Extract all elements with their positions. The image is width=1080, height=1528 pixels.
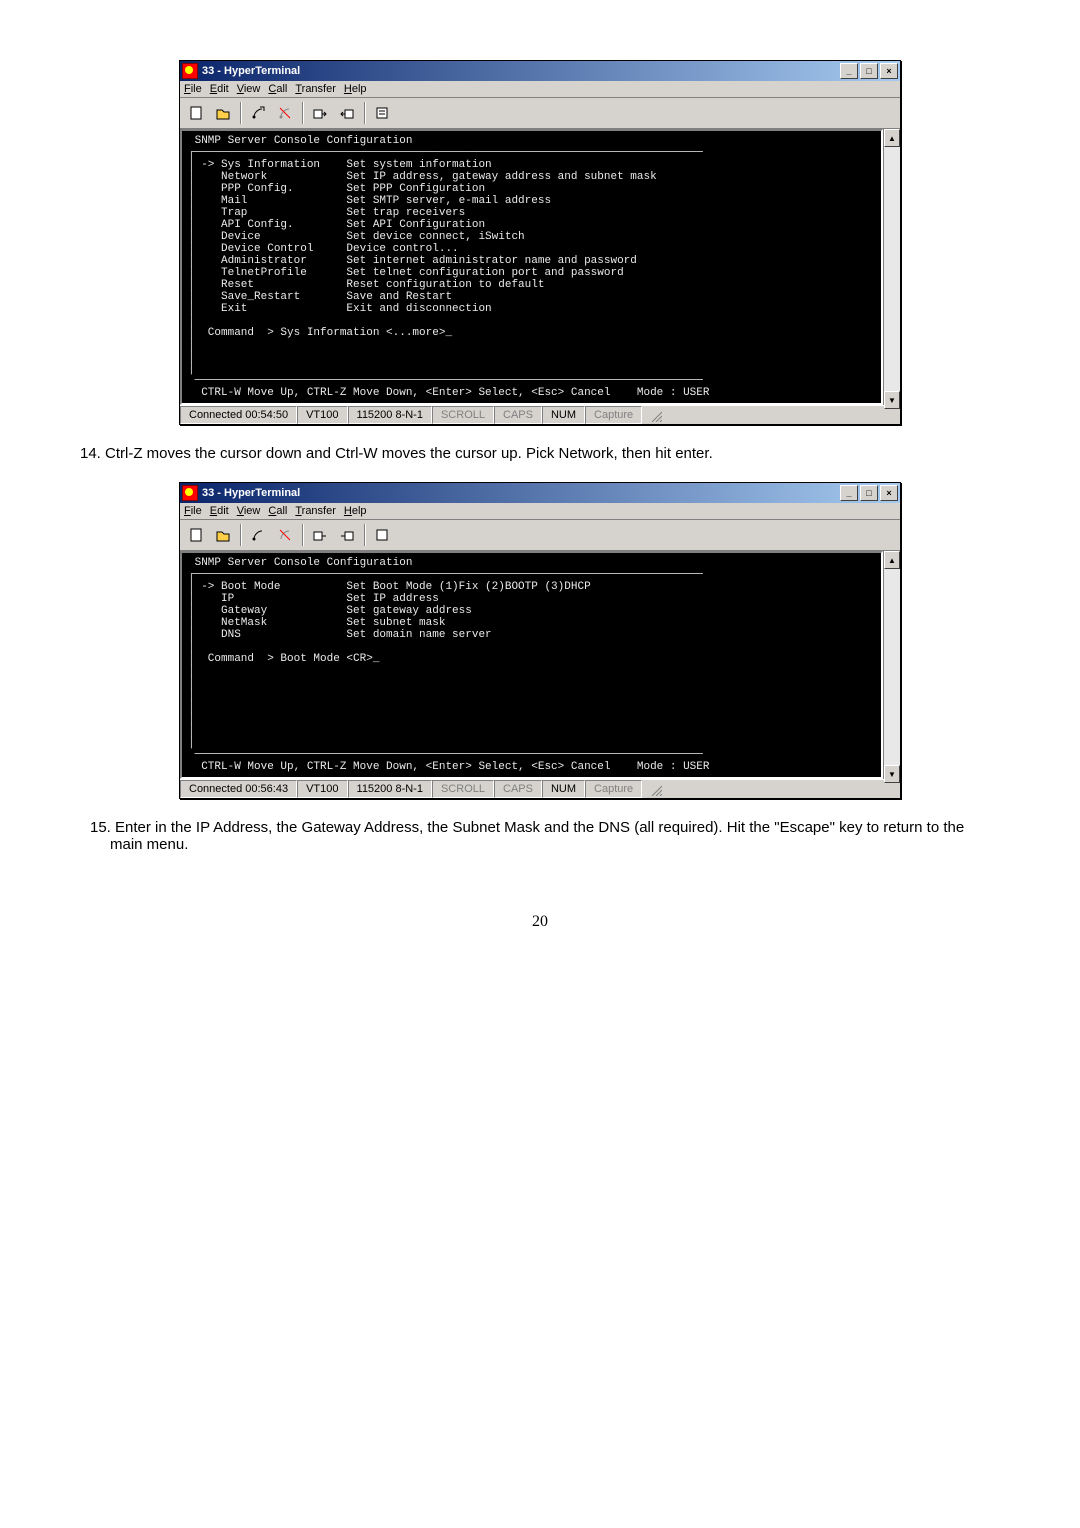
menu-view[interactable]: View — [237, 83, 261, 95]
open-icon[interactable] — [211, 523, 235, 547]
app-icon — [182, 485, 198, 501]
maximize-button[interactable]: □ — [860, 485, 878, 501]
titlebar: 33 - HyperTerminal _ □ × — [180, 483, 900, 503]
scrollbar[interactable]: ▲ ▼ — [883, 551, 900, 779]
menu-call[interactable]: Call — [268, 505, 287, 517]
send-icon[interactable] — [308, 523, 332, 547]
close-button[interactable]: × — [880, 63, 898, 79]
connect-icon[interactable] — [246, 101, 270, 125]
hyperterminal-window-1: 33 - HyperTerminal _ □ × File Edit View … — [179, 60, 901, 425]
status-scroll: SCROLL — [432, 780, 494, 798]
status-caps: CAPS — [494, 406, 542, 424]
menu-file[interactable]: File — [184, 83, 202, 95]
status-scroll: SCROLL — [432, 406, 494, 424]
status-num: NUM — [542, 406, 585, 424]
receive-icon[interactable] — [335, 523, 359, 547]
status-num: NUM — [542, 780, 585, 798]
status-connected: Connected 00:54:50 — [180, 406, 297, 424]
menu-transfer[interactable]: Transfer — [295, 505, 336, 517]
status-connected: Connected 00:56:43 — [180, 780, 297, 798]
scroll-up-icon[interactable]: ▲ — [884, 129, 900, 147]
app-icon — [182, 63, 198, 79]
resize-grip-icon[interactable] — [642, 406, 664, 424]
window-title: 33 - HyperTerminal — [202, 65, 840, 77]
disconnect-icon[interactable] — [273, 523, 297, 547]
maximize-button[interactable]: □ — [860, 63, 878, 79]
menubar: File Edit View Call Transfer Help — [180, 81, 900, 98]
status-caps: CAPS — [494, 780, 542, 798]
disconnect-icon[interactable] — [273, 101, 297, 125]
properties-icon[interactable] — [370, 523, 394, 547]
properties-icon[interactable] — [370, 101, 394, 125]
resize-grip-icon[interactable] — [642, 780, 664, 798]
menu-call[interactable]: Call — [268, 83, 287, 95]
hyperterminal-window-2: 33 - HyperTerminal _ □ × File Edit View … — [179, 482, 901, 799]
page-number: 20 — [80, 913, 1000, 931]
toolbar — [180, 520, 900, 551]
status-emulation: VT100 — [297, 780, 347, 798]
menu-edit[interactable]: Edit — [210, 505, 229, 517]
connect-icon[interactable] — [246, 523, 270, 547]
menu-file[interactable]: File — [184, 505, 202, 517]
scroll-up-icon[interactable]: ▲ — [884, 551, 900, 569]
menu-help[interactable]: Help — [344, 83, 367, 95]
terminal-output: SNMP Server Console Configuration ┌─────… — [180, 551, 883, 779]
scroll-down-icon[interactable]: ▼ — [884, 765, 900, 783]
receive-icon[interactable] — [335, 101, 359, 125]
new-icon[interactable] — [184, 101, 208, 125]
status-baud: 115200 8-N-1 — [348, 406, 432, 424]
send-icon[interactable] — [308, 101, 332, 125]
terminal-output: SNMP Server Console Configuration ┌─────… — [180, 129, 883, 405]
status-capture: Capture — [585, 406, 642, 424]
status-emulation: VT100 — [297, 406, 347, 424]
menubar: File Edit View Call Transfer Help — [180, 503, 900, 520]
open-icon[interactable] — [211, 101, 235, 125]
titlebar: 33 - HyperTerminal _ □ × — [180, 61, 900, 81]
toolbar — [180, 98, 900, 129]
menu-help[interactable]: Help — [344, 505, 367, 517]
menu-view[interactable]: View — [237, 505, 261, 517]
new-icon[interactable] — [184, 523, 208, 547]
minimize-button[interactable]: _ — [840, 485, 858, 501]
menu-edit[interactable]: Edit — [210, 83, 229, 95]
status-baud: 115200 8-N-1 — [348, 780, 432, 798]
minimize-button[interactable]: _ — [840, 63, 858, 79]
window-title: 33 - HyperTerminal — [202, 487, 840, 499]
close-button[interactable]: × — [880, 485, 898, 501]
statusbar: Connected 00:56:43 VT100 115200 8-N-1 SC… — [180, 779, 900, 798]
status-capture: Capture — [585, 780, 642, 798]
instruction-14: 14. Ctrl-Z moves the cursor down and Ctr… — [80, 445, 1000, 462]
scroll-down-icon[interactable]: ▼ — [884, 391, 900, 409]
instruction-15: 15. Enter in the IP Address, the Gateway… — [90, 819, 1000, 853]
statusbar: Connected 00:54:50 VT100 115200 8-N-1 SC… — [180, 405, 900, 424]
scrollbar[interactable]: ▲ ▼ — [883, 129, 900, 405]
menu-transfer[interactable]: Transfer — [295, 83, 336, 95]
